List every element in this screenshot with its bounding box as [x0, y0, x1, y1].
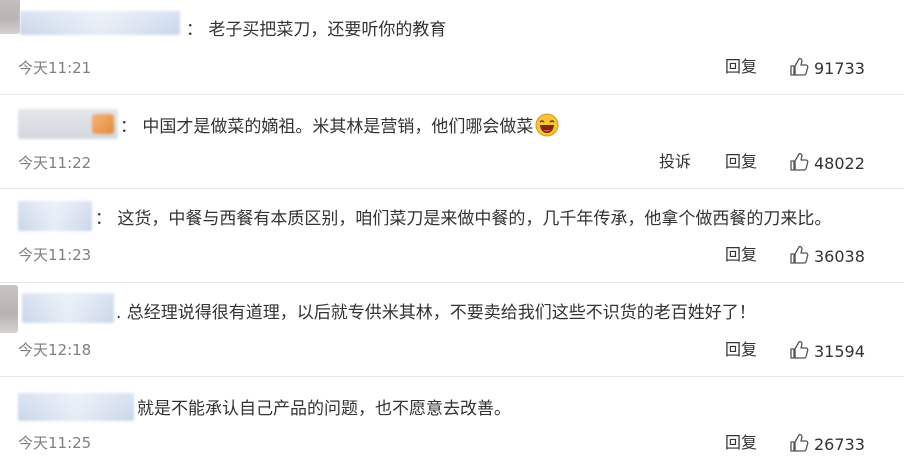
comment-text: ： 老子买把菜刀，还要听你的教育 — [186, 20, 447, 40]
laughing-emoji-icon — [535, 113, 559, 137]
username-blurred[interactable] — [18, 201, 92, 231]
comment-time: 今天11:21 — [18, 59, 92, 77]
comment-item: . 总经理说得很有道理，以后就专供米其林，不要卖给我们这些不识货的老百姓好了！ … — [0, 283, 904, 377]
comment-item: ： 中国才是做菜的嫡祖。米其林是营销，他们哪会做菜 今天11:22 投诉 回复 … — [0, 95, 904, 189]
reply-button[interactable]: 回复 — [725, 431, 757, 455]
like-count: 26733 — [814, 435, 865, 454]
comment-text: ： 这货，中餐与西餐有本质区别，咱们菜刀是来做中餐的，几千年传承，他拿个做西餐的… — [95, 209, 832, 229]
comment-text: . 总经理说得很有道理，以后就专供米其林，不要卖给我们这些不识货的老百姓好了！ — [116, 303, 756, 323]
comment-text-content: ： 中国才是做菜的嫡祖。米其林是营销，他们哪会做菜 — [120, 117, 534, 137]
avatar[interactable] — [0, 285, 18, 333]
thumbs-up-icon[interactable] — [789, 245, 809, 265]
thumbs-up-icon[interactable] — [789, 152, 809, 172]
comment-text: 就是不能承认自己产品的问题，也不愿意去改善。 — [137, 399, 511, 419]
comment-item: 就是不能承认自己产品的问题，也不愿意去改善。 今天11:25 回复 26733 — [0, 377, 904, 472]
comment-time: 今天12:18 — [18, 341, 92, 359]
like-count: 48022 — [814, 154, 865, 173]
thumbs-up-icon[interactable] — [789, 340, 809, 360]
comment-item: ： 这货，中餐与西餐有本质区别，咱们菜刀是来做中餐的，几千年传承，他拿个做西餐的… — [0, 189, 904, 283]
reply-button[interactable]: 回复 — [725, 55, 757, 79]
username-blurred[interactable] — [18, 393, 134, 421]
like-count: 36038 — [814, 247, 865, 266]
thumbs-up-icon[interactable] — [789, 57, 809, 77]
comment-time: 今天11:25 — [18, 434, 92, 452]
username-blurred[interactable] — [20, 11, 180, 35]
report-button[interactable]: 投诉 — [659, 150, 691, 174]
username-blurred[interactable] — [18, 109, 118, 139]
reply-button[interactable]: 回复 — [725, 243, 757, 267]
reply-button[interactable]: 回复 — [725, 150, 757, 174]
reply-button[interactable]: 回复 — [725, 338, 757, 362]
comment-item: ： 老子买把菜刀，还要听你的教育 今天11:21 回复 91733 — [0, 0, 904, 94]
like-count: 31594 — [814, 342, 865, 361]
avatar[interactable] — [0, 0, 20, 34]
like-count: 91733 — [814, 59, 865, 78]
comment-text: ： 中国才是做菜的嫡祖。米其林是营销，他们哪会做菜 — [120, 113, 559, 139]
comment-time: 今天11:23 — [18, 246, 92, 264]
username-blurred[interactable] — [22, 293, 114, 323]
comment-time: 今天11:22 — [18, 154, 92, 172]
thumbs-up-icon[interactable] — [789, 433, 809, 453]
